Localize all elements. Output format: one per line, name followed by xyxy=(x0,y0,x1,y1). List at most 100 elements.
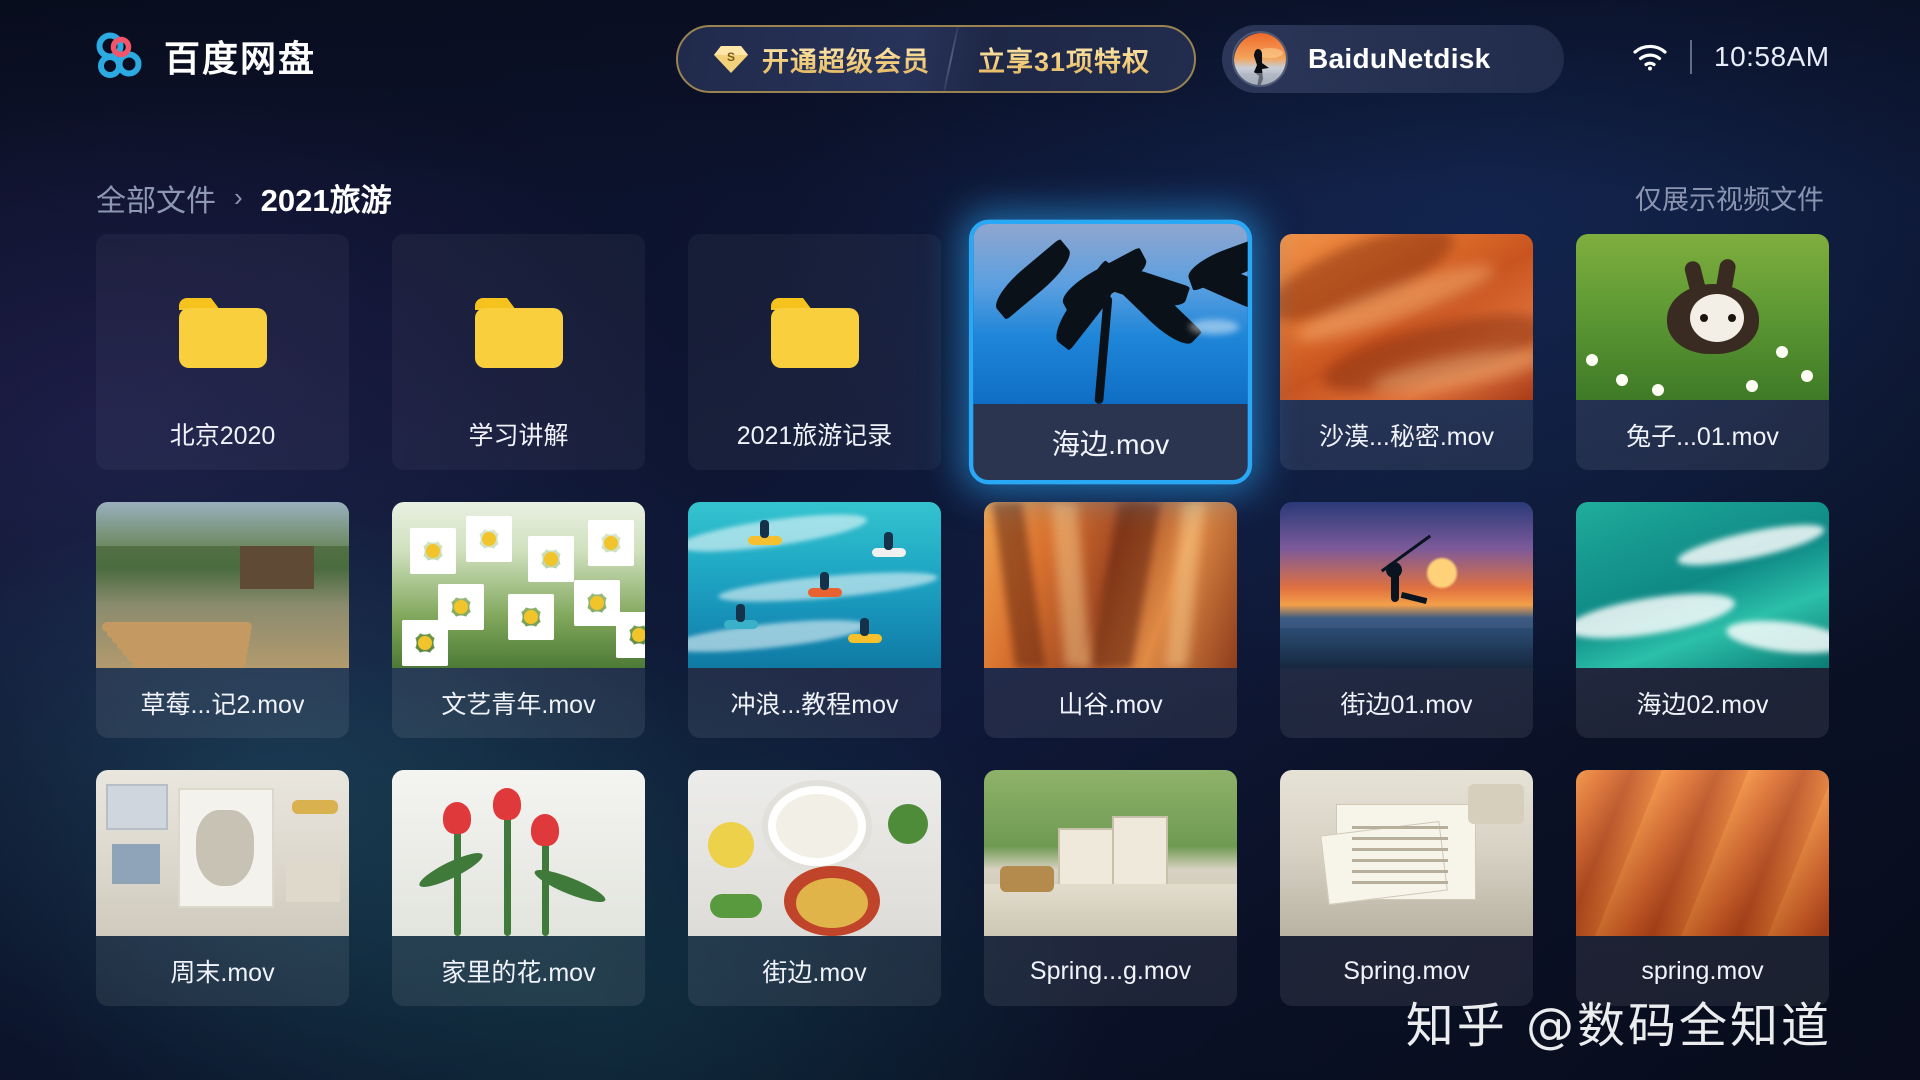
card-label: 2021旅游记录 xyxy=(736,422,893,450)
card-meta: 文艺青年.mov xyxy=(392,668,645,738)
video-thumbnail xyxy=(1280,234,1533,400)
video-card[interactable]: 兔子...01.mov xyxy=(1576,234,1829,470)
thumbnail-art-palm xyxy=(973,223,1248,405)
thumbnail-art-stripe xyxy=(1576,770,1829,936)
thumbnail-art-cabin xyxy=(96,502,349,668)
status-area: 10:58AM xyxy=(1632,40,1830,74)
video-thumbnail xyxy=(96,770,349,936)
card-label: 家里的花.mov xyxy=(441,959,596,987)
video-thumbnail xyxy=(984,770,1237,936)
vip-secondary[interactable]: 立享31项特权 xyxy=(952,27,1150,91)
video-thumbnail xyxy=(973,223,1248,405)
video-card[interactable]: 草莓...记2.mov xyxy=(96,502,349,738)
clock: 10:58AM xyxy=(1714,41,1830,72)
card-meta: 海边02.mov xyxy=(1576,668,1829,738)
folder-icon xyxy=(175,294,271,372)
vip-primary-label: 开通超级会员 xyxy=(762,40,930,79)
card-label: 周末.mov xyxy=(170,959,275,987)
video-thumbnail xyxy=(96,502,349,668)
card-meta: Spring...g.mov xyxy=(984,936,1237,1006)
folder-icon xyxy=(767,294,863,372)
folder-icon xyxy=(471,294,567,372)
video-card[interactable]: Spring...g.mov xyxy=(984,770,1237,1006)
video-thumbnail xyxy=(1280,502,1533,668)
video-card[interactable]: 海边02.mov xyxy=(1576,502,1829,738)
card-label: 学习讲解 xyxy=(468,422,569,450)
card-label: 海边.mov xyxy=(1051,427,1170,460)
video-card[interactable]: 街边01.mov xyxy=(1280,502,1533,738)
card-meta: 街边.mov xyxy=(688,936,941,1006)
card-label: Spring...g.mov xyxy=(1029,956,1192,985)
vip-banner[interactable]: S 开通超级会员 立享31项特权 xyxy=(676,25,1196,93)
watermark: 知乎 @数码全知道 xyxy=(1405,998,1832,1054)
chevron-right-icon: › xyxy=(234,182,243,212)
card-meta: 兔子...01.mov xyxy=(1576,400,1829,470)
folder-card[interactable]: 北京2020 xyxy=(96,234,349,470)
card-meta: 冲浪...教程mov xyxy=(688,668,941,738)
thumbnail-art-tulip xyxy=(392,770,645,936)
video-thumbnail xyxy=(1576,234,1829,400)
card-label: 草莓...记2.mov xyxy=(140,691,305,719)
video-card[interactable]: 冲浪...教程mov xyxy=(688,502,941,738)
card-label: 海边02.mov xyxy=(1636,691,1769,719)
filter-note: 仅展示视频文件 xyxy=(1635,185,1824,215)
card-meta: 草莓...记2.mov xyxy=(96,668,349,738)
card-meta: 街边01.mov xyxy=(1280,668,1533,738)
video-thumbnail xyxy=(1576,770,1829,936)
card-meta: 山谷.mov xyxy=(984,668,1237,738)
baidu-cloud-logo-icon xyxy=(96,30,148,82)
thumbnail-art-sunset xyxy=(1280,502,1533,668)
card-meta: 沙漠...秘密.mov xyxy=(1280,400,1533,470)
thumbnail-art-book xyxy=(1280,770,1533,936)
wifi-icon xyxy=(1632,43,1668,71)
brand: 百度网盘 xyxy=(96,30,316,82)
video-card[interactable]: 海边.mov xyxy=(968,219,1253,485)
vip-primary[interactable]: S 开通超级会员 xyxy=(678,27,930,91)
top-bar: 百度网盘 S 开通超级会员 立享31项特权 BaiduNetdisk 10:58… xyxy=(0,0,1920,118)
video-thumbnail xyxy=(1576,502,1829,668)
vip-gem-icon: S xyxy=(714,44,748,74)
video-card[interactable]: 周末.mov xyxy=(96,770,349,1006)
thumbnail-art-picnic xyxy=(984,770,1237,936)
card-meta: 海边.mov xyxy=(973,404,1248,481)
thumbnail-art-daisy xyxy=(392,502,645,668)
video-thumbnail xyxy=(392,502,645,668)
folder-card[interactable]: 学习讲解 xyxy=(392,234,645,470)
video-card[interactable]: 街边.mov xyxy=(688,770,941,1006)
card-label: 街边.mov xyxy=(762,959,867,987)
brand-name: 百度网盘 xyxy=(164,38,317,79)
breadcrumb-root[interactable]: 全部文件 xyxy=(96,176,216,220)
video-thumbnail xyxy=(688,770,941,936)
vip-secondary-label: 立享31项特权 xyxy=(978,40,1150,79)
video-card[interactable]: spring.mov xyxy=(1576,770,1829,1006)
thumbnail-art-surf xyxy=(688,502,941,668)
card-label: Spring.mov xyxy=(1343,956,1470,985)
video-thumbnail xyxy=(392,770,645,936)
svg-text:S: S xyxy=(727,50,735,64)
thumbnail-art-sea xyxy=(1576,502,1829,668)
thumbnail-art-rabbit xyxy=(1576,234,1829,400)
card-label: 沙漠...秘密.mov xyxy=(1318,423,1494,451)
card-meta: 家里的花.mov xyxy=(392,936,645,1006)
card-label: 街边01.mov xyxy=(1340,691,1473,719)
card-label: 兔子...01.mov xyxy=(1626,423,1779,451)
card-label: 山谷.mov xyxy=(1058,691,1163,719)
thumbnail-art-food xyxy=(688,770,941,936)
card-meta: 周末.mov xyxy=(96,936,349,1006)
user-chip[interactable]: BaiduNetdisk xyxy=(1222,25,1564,93)
video-thumbnail xyxy=(1280,770,1533,936)
video-card[interactable]: Spring.mov xyxy=(1280,770,1533,1006)
breadcrumb: 全部文件 › 2021旅游 xyxy=(96,175,392,220)
video-card[interactable]: 文艺青年.mov xyxy=(392,502,645,738)
thumbnail-art-dune xyxy=(1280,234,1533,400)
card-label: 冲浪...教程mov xyxy=(730,691,899,719)
video-card[interactable]: 沙漠...秘密.mov xyxy=(1280,234,1533,470)
file-grid: 北京2020 学习讲解 2021旅游记录 海边.mov 沙漠...秘密.mov 兔子...… xyxy=(96,219,1829,1006)
video-card[interactable]: 山谷.mov xyxy=(984,502,1237,738)
card-label: spring.mov xyxy=(1641,956,1764,985)
folder-card[interactable]: 2021旅游记录 xyxy=(688,234,941,470)
card-label: 文艺青年.mov xyxy=(441,691,596,719)
thumbnail-art-canyon xyxy=(984,502,1237,668)
video-card[interactable]: 家里的花.mov xyxy=(392,770,645,1006)
status-divider xyxy=(1690,40,1692,74)
